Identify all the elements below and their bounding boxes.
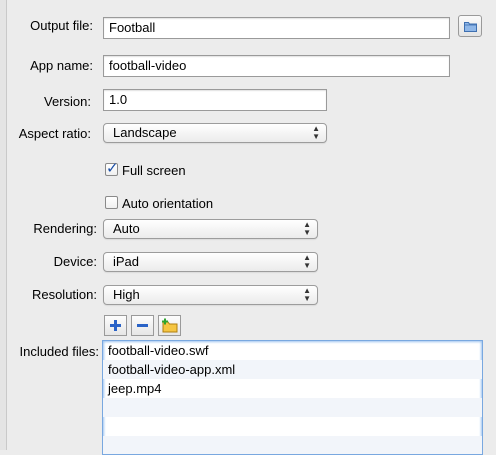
version-label: Version: — [44, 94, 91, 109]
full-screen-checkbox[interactable]: ✓ — [105, 160, 119, 177]
device-value: iPad — [113, 254, 140, 269]
updown-arrows-icon: ▲ ▼ — [312, 124, 320, 141]
add-file-button[interactable] — [104, 315, 127, 336]
minus-icon — [137, 324, 148, 327]
rendering-value: Auto — [113, 221, 140, 236]
list-item[interactable]: football-video.swf — [103, 341, 482, 360]
list-item — [103, 398, 482, 417]
remove-file-button[interactable] — [131, 315, 154, 336]
folder-icon — [464, 22, 477, 32]
list-item — [103, 417, 482, 436]
included-files-list[interactable]: football-video.swf football-video-app.xm… — [102, 340, 483, 455]
panel-edge — [0, 0, 7, 450]
resolution-select[interactable]: High ▲ ▼ — [103, 285, 318, 305]
updown-arrows-icon: ▲ ▼ — [303, 220, 311, 237]
folder-add-icon — [162, 318, 178, 333]
rendering-label: Rendering: — [33, 221, 97, 236]
auto-orientation-label: Auto orientation — [122, 196, 214, 211]
device-select[interactable]: iPad ▲ ▼ — [103, 252, 318, 272]
device-label: Device: — [53, 254, 97, 269]
plus-icon — [110, 320, 121, 331]
version-field[interactable]: 1.0 — [103, 89, 327, 111]
list-item — [103, 436, 482, 454]
app-name-label: App name: — [30, 58, 93, 73]
included-files-label: Included files: — [19, 344, 100, 359]
resolution-label: Resolution: — [31, 287, 97, 302]
output-file-label: Output file: — [30, 18, 93, 33]
updown-arrows-icon: ▲ ▼ — [303, 286, 311, 303]
list-item[interactable]: jeep.mp4 — [103, 379, 482, 398]
add-folder-button[interactable] — [158, 315, 181, 336]
updown-arrows-icon: ▲ ▼ — [303, 253, 311, 270]
list-item[interactable]: football-video-app.xml — [103, 360, 482, 379]
app-name-field[interactable]: football-video — [103, 55, 450, 77]
rendering-select[interactable]: Auto ▲ ▼ — [103, 219, 318, 239]
full-screen-label: Full screen — [122, 163, 186, 178]
aspect-ratio-value: Landscape — [113, 125, 177, 140]
aspect-ratio-select[interactable]: Landscape ▲ ▼ — [103, 123, 327, 143]
resolution-value: High — [113, 287, 140, 302]
checkmark-icon: ✓ — [106, 160, 119, 177]
output-file-field[interactable]: Football — [103, 17, 450, 39]
browse-output-button[interactable] — [458, 15, 482, 37]
aspect-ratio-label: Aspect ratio: — [18, 126, 91, 141]
auto-orientation-checkbox[interactable] — [105, 196, 118, 209]
